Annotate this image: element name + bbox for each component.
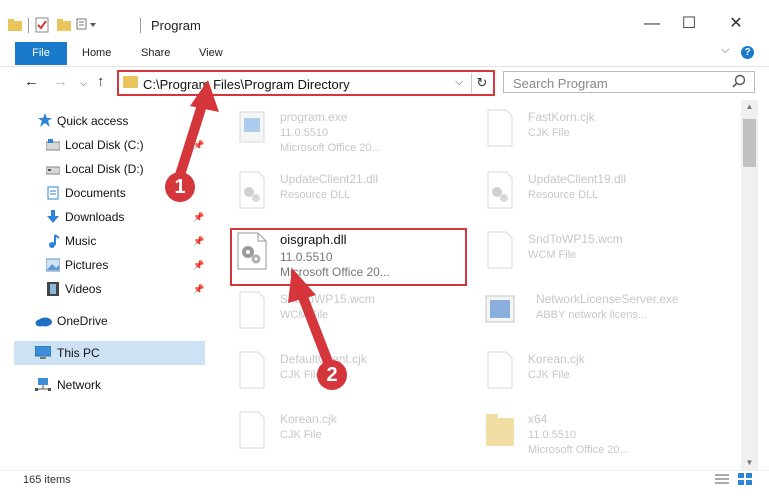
scroll-down-icon[interactable]: ▼ xyxy=(743,458,756,467)
arrow-1-head xyxy=(190,80,219,112)
scrollbar-thumb[interactable] xyxy=(743,119,756,167)
scroll-up-icon[interactable]: ▲ xyxy=(743,102,756,111)
annotation-arrows xyxy=(175,80,333,364)
large-icons-view-icon[interactable] xyxy=(738,473,752,485)
arrow-2-head xyxy=(288,268,316,303)
item-count: 165 items xyxy=(23,474,71,486)
callout-1: 1 xyxy=(165,172,195,202)
callout-2: 2 xyxy=(317,360,347,390)
status-bar xyxy=(0,470,769,504)
details-view-icon[interactable] xyxy=(715,473,729,485)
arrow-1 xyxy=(175,100,208,177)
arrow-2 xyxy=(296,290,333,364)
